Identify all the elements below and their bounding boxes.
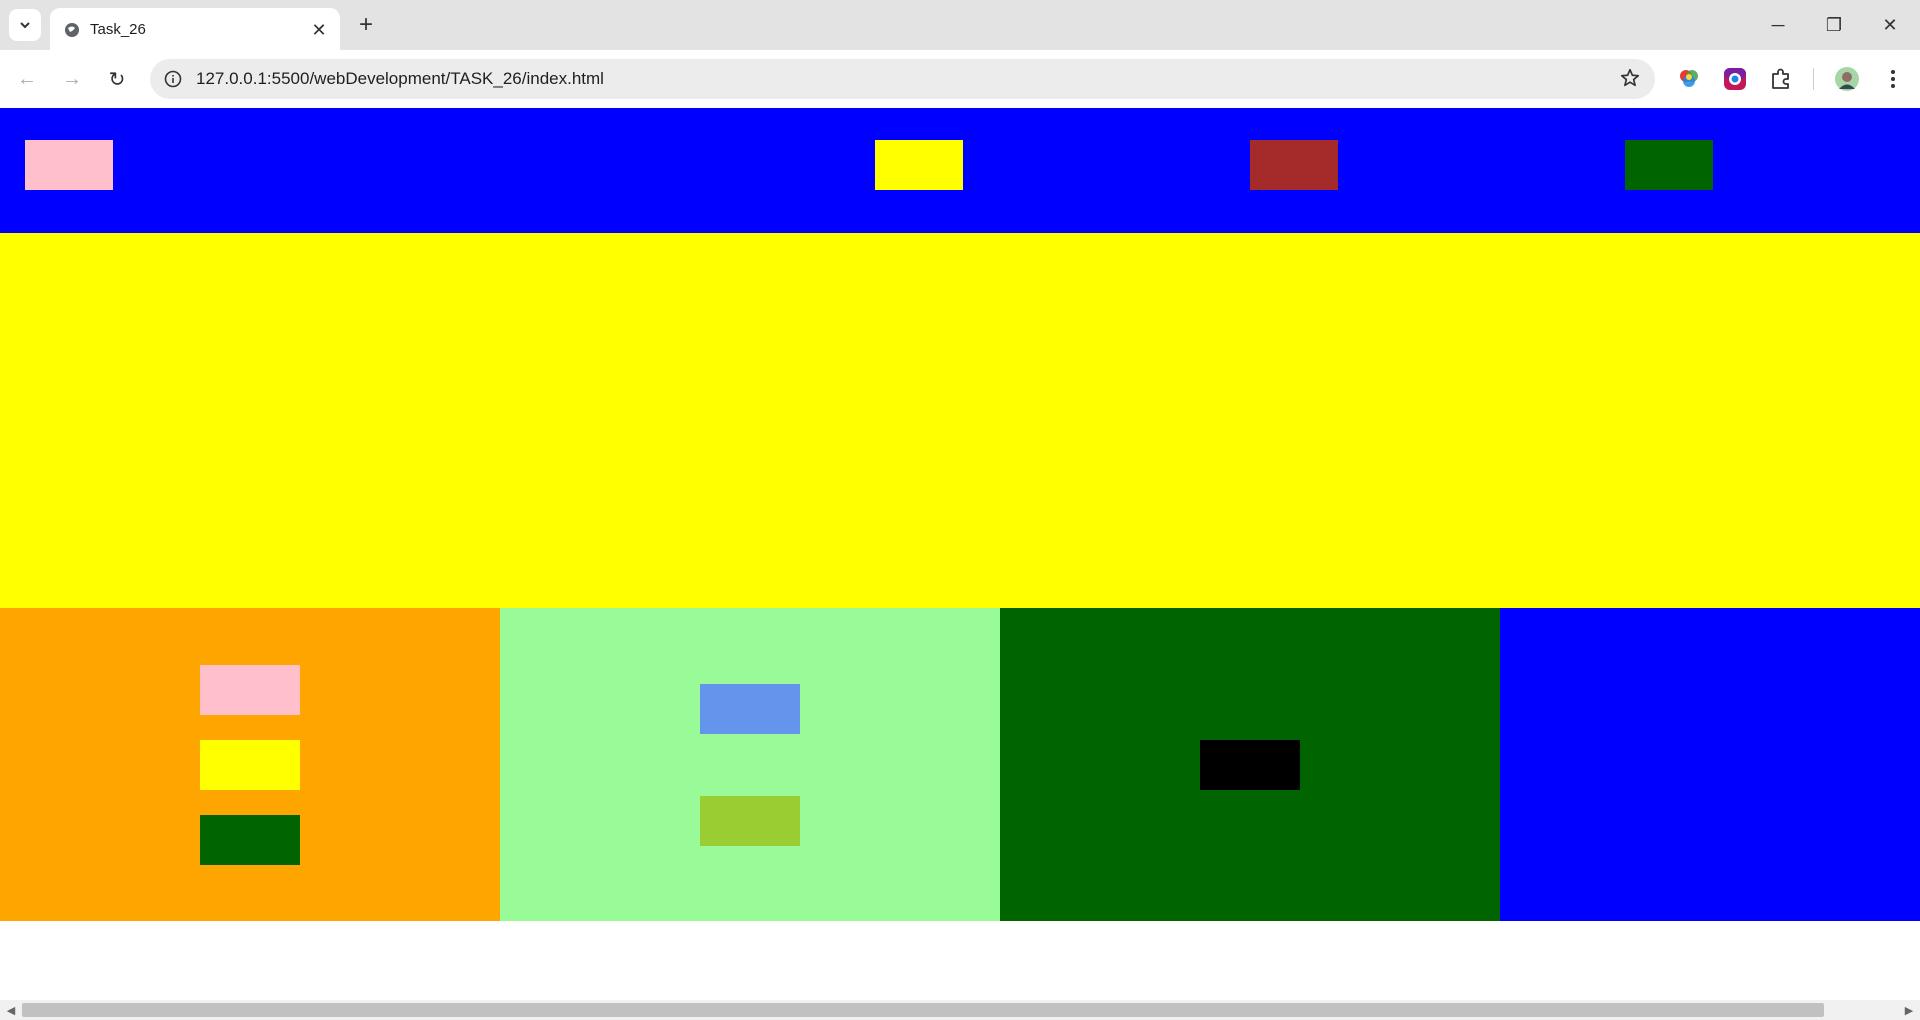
column-box — [700, 684, 800, 734]
header-section — [0, 108, 1920, 233]
column-box — [700, 796, 800, 846]
url-text[interactable]: 127.0.0.1:5500/webDevelopment/TASK_26/in… — [196, 69, 604, 89]
minimize-button[interactable]: ─ — [1750, 0, 1806, 50]
reload-button[interactable]: ↻ — [101, 63, 133, 95]
column-box — [200, 815, 300, 865]
header-box — [1625, 140, 1713, 190]
avatar-icon[interactable] — [1834, 66, 1860, 92]
screen-recorder-extension-icon[interactable] — [1722, 66, 1748, 92]
header-box — [25, 140, 113, 190]
tab-strip: Task_26 ✕ + ─ ❐ ✕ — [0, 0, 1920, 50]
puzzle-extensions-icon[interactable] — [1768, 66, 1794, 92]
globe-icon — [65, 23, 79, 37]
back-button[interactable]: ← — [11, 63, 43, 95]
column-box — [200, 665, 300, 715]
hero-section — [0, 233, 1920, 608]
toolbar-separator — [1813, 68, 1814, 90]
tab-title: Task_26 — [90, 21, 146, 38]
star-icon[interactable] — [1619, 67, 1641, 89]
column-pale-green — [500, 608, 1000, 921]
chevron-down-icon — [20, 22, 30, 29]
column-box — [1200, 740, 1300, 790]
scrollbar-thumb[interactable] — [22, 1003, 1824, 1017]
info-icon[interactable] — [164, 70, 182, 88]
header-box — [1250, 140, 1338, 190]
column-orange — [0, 608, 500, 921]
column-box — [200, 740, 300, 790]
tab-search-button[interactable] — [9, 9, 41, 41]
new-tab-button[interactable]: + — [352, 11, 380, 39]
restore-button[interactable]: ❐ — [1806, 0, 1862, 50]
active-tab[interactable]: Task_26 ✕ — [50, 8, 340, 50]
forward-button[interactable]: → — [56, 63, 88, 95]
address-bar[interactable]: 127.0.0.1:5500/webDevelopment/TASK_26/in… — [150, 59, 1655, 99]
page-viewport — [0, 108, 1920, 1000]
browser-toolbar: ← → ↻ 127.0.0.1:5500/webDevelopment/TASK… — [0, 50, 1920, 108]
column-dark-green — [1000, 608, 1500, 921]
kebab-menu-icon[interactable] — [1880, 66, 1906, 92]
color-picker-extension-icon[interactable] — [1676, 66, 1702, 92]
scroll-left-arrow[interactable]: ◀ — [4, 1003, 18, 1017]
horizontal-scrollbar[interactable]: ◀ ▶ — [0, 1000, 1920, 1020]
column-blue — [1500, 608, 1920, 921]
header-box — [875, 140, 963, 190]
tab-close-button[interactable]: ✕ — [308, 19, 330, 41]
scroll-right-arrow[interactable]: ▶ — [1902, 1003, 1916, 1017]
window-close-button[interactable]: ✕ — [1862, 0, 1918, 50]
